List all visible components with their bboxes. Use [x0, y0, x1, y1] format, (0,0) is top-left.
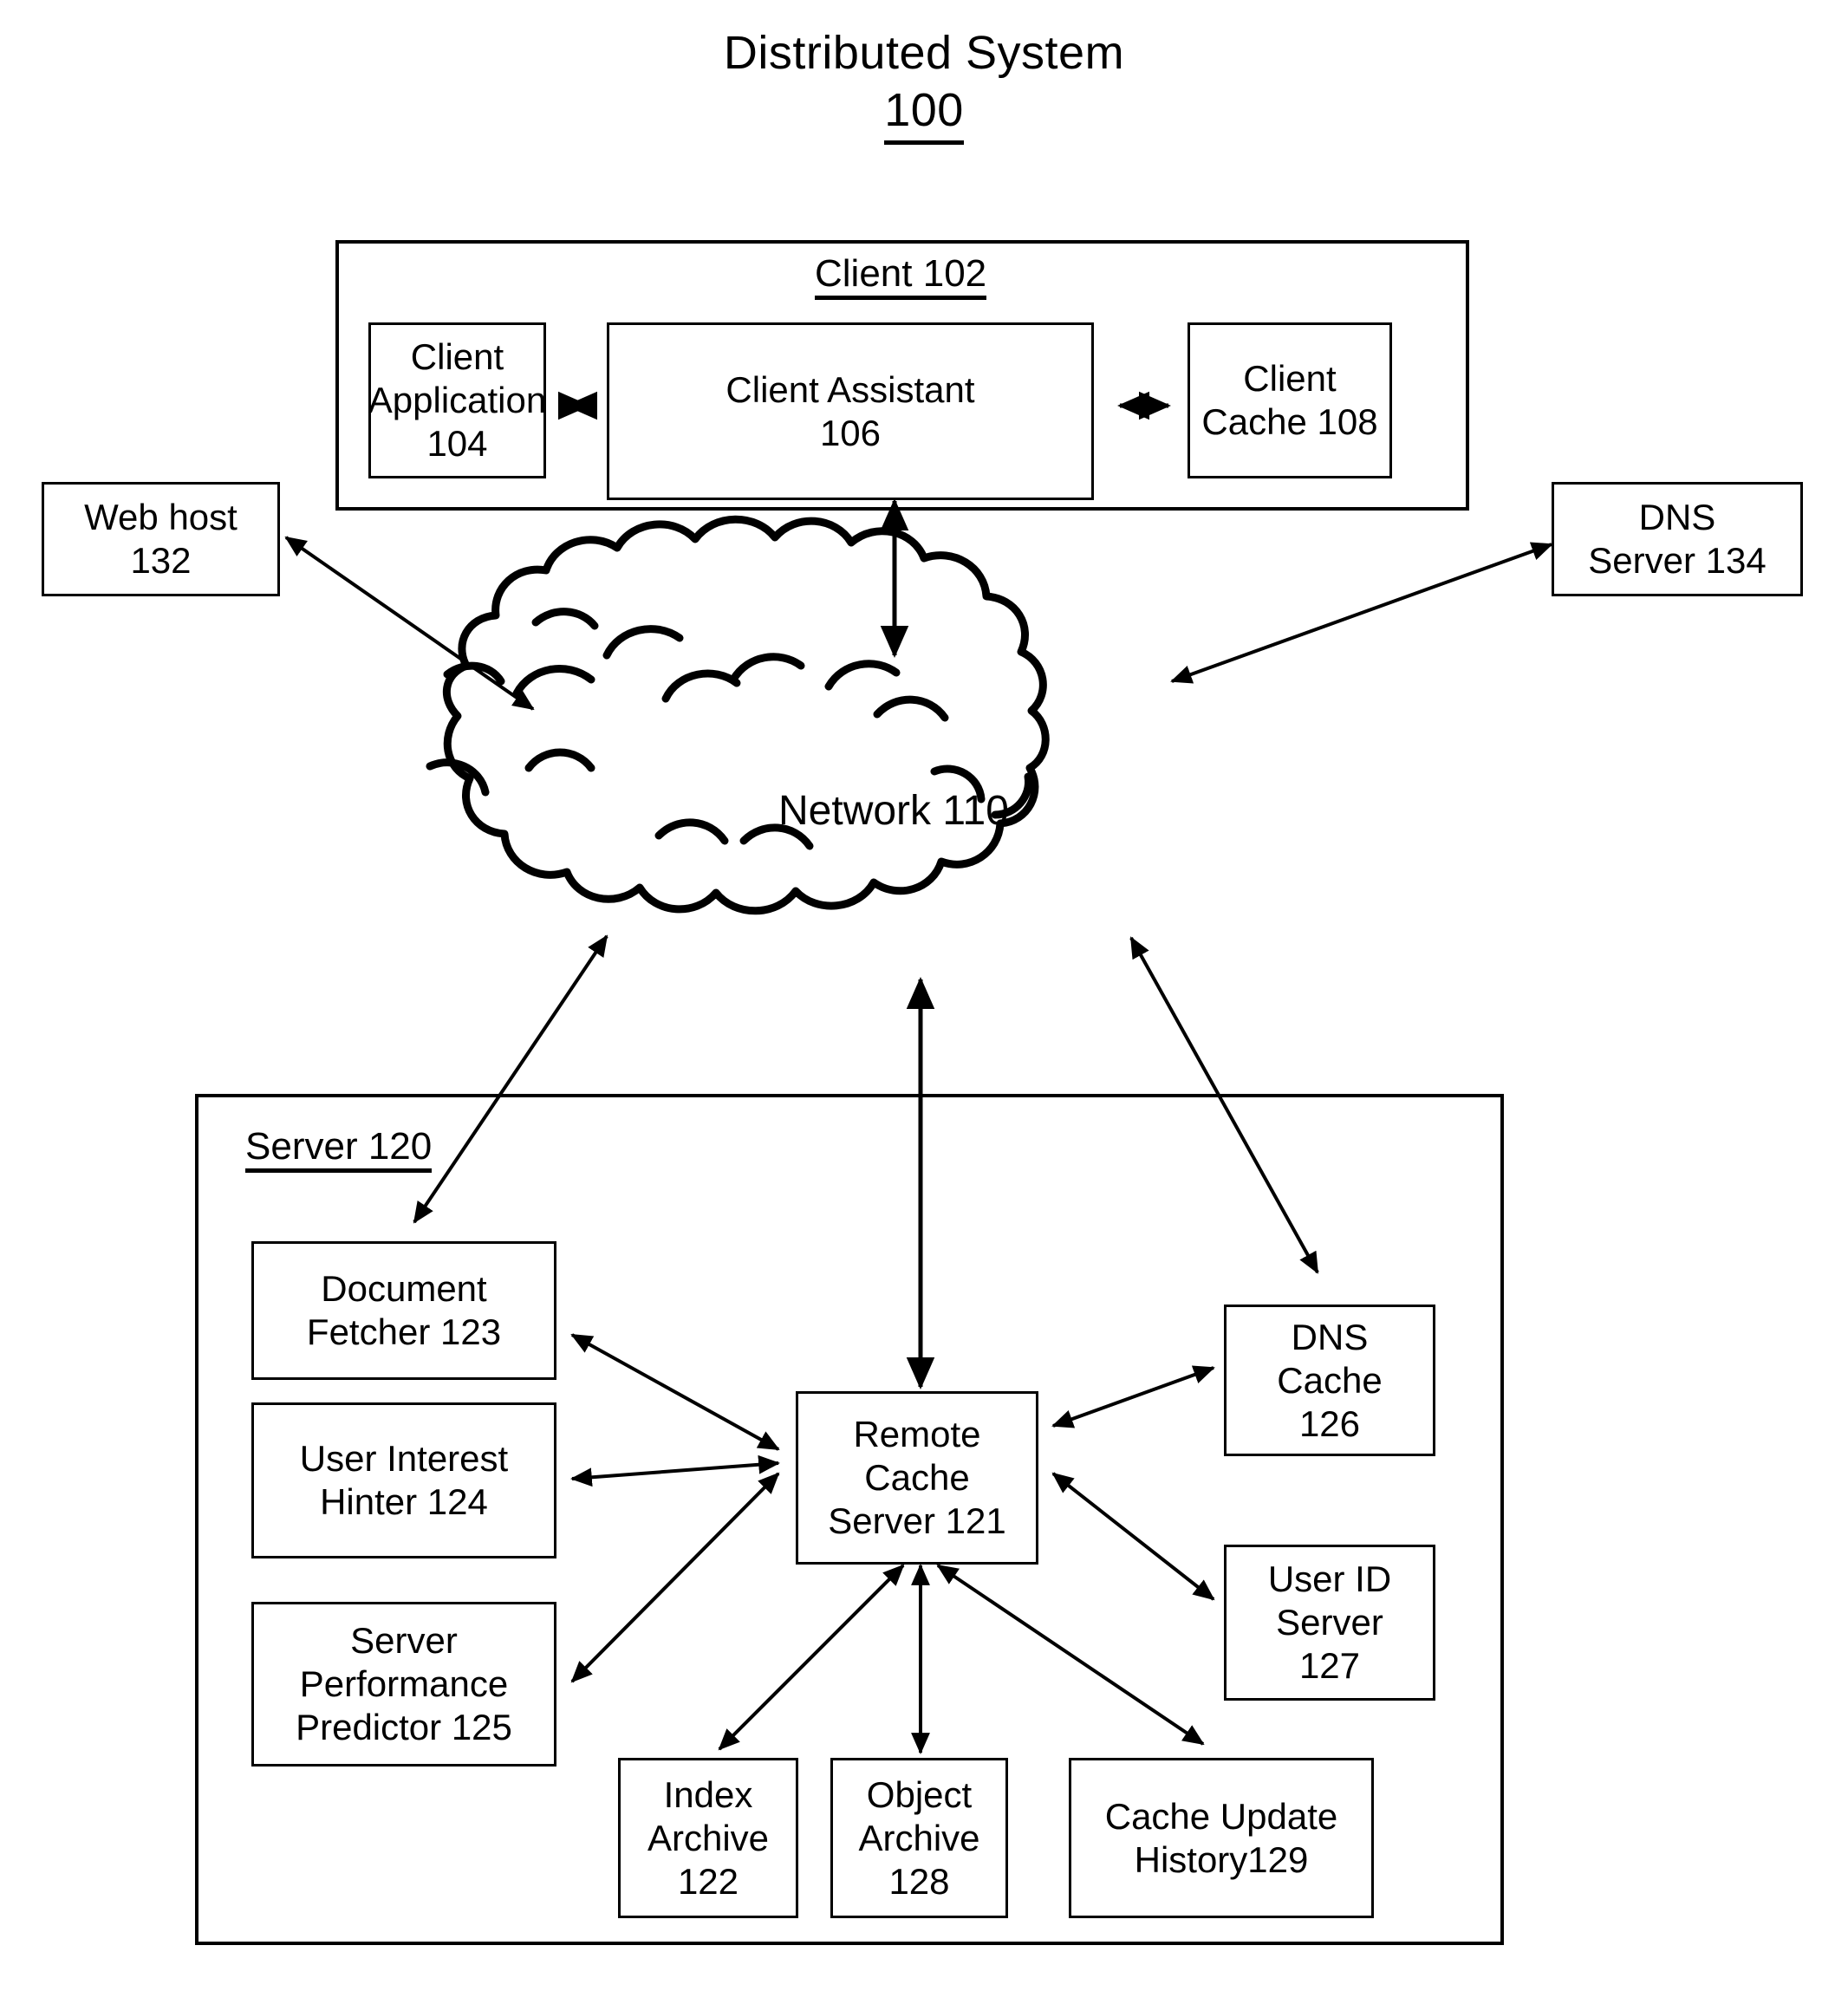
client-group-label: Client 102: [815, 251, 987, 300]
object-archive-label: Object Archive 128: [858, 1773, 980, 1902]
server-performance-predictor-label: Server Performance Predictor 125: [296, 1620, 512, 1747]
client-cache-node[interactable]: Client Cache 108: [1188, 322, 1392, 478]
index-archive-label: Index Archive 122: [647, 1773, 770, 1902]
figure-reference-number: 100: [884, 81, 964, 145]
object-archive-node[interactable]: Object Archive 128: [830, 1758, 1008, 1918]
dns-server-label: DNS Server 134: [1588, 497, 1767, 581]
remote-cache-server-label: Remote Cache Server 121: [828, 1414, 1006, 1541]
network-label: Network 110: [778, 788, 1009, 834]
client-assistant-label: Client Assistant 106: [726, 368, 975, 453]
client-assistant-node[interactable]: Client Assistant 106: [607, 322, 1094, 500]
cloud-outline-icon: [426, 515, 1050, 915]
remote-cache-server-node[interactable]: Remote Cache Server 121: [796, 1391, 1038, 1565]
user-interest-hinter-label: User Interest Hinter 124: [299, 1438, 509, 1522]
index-archive-node[interactable]: Index Archive 122: [618, 1758, 798, 1918]
server-performance-predictor-node[interactable]: Server Performance Predictor 125: [251, 1602, 556, 1767]
user-id-server-label: User ID Server 127: [1267, 1558, 1392, 1686]
document-fetcher-node[interactable]: Document Fetcher 123: [251, 1241, 556, 1380]
dns-cache-node[interactable]: DNS Cache 126: [1224, 1305, 1435, 1456]
figure-canvas: Distributed System 100 Client 102 Client…: [0, 0, 1848, 2004]
web-host-node[interactable]: Web host 132: [42, 482, 280, 596]
server-group-label: Server 120: [245, 1124, 433, 1173]
dns-server-node[interactable]: DNS Server 134: [1552, 482, 1803, 596]
arrow-dns-server-to-network: [1170, 542, 1553, 684]
document-fetcher-label: Document Fetcher 123: [306, 1268, 502, 1352]
web-host-label: Web host 132: [84, 497, 238, 581]
user-id-server-node[interactable]: User ID Server 127: [1224, 1545, 1435, 1701]
figure-title-text: Distributed System: [723, 27, 1125, 79]
cache-update-history-label: Cache Update History129: [1104, 1795, 1338, 1880]
client-cache-label: Client Cache 108: [1201, 358, 1378, 442]
user-interest-hinter-node[interactable]: User Interest Hinter 124: [251, 1402, 556, 1558]
client-application-node[interactable]: Client Application 104: [368, 322, 546, 478]
page-title: Distributed System 100: [0, 24, 1848, 145]
client-application-label: Client Application 104: [368, 336, 547, 464]
cache-update-history-node[interactable]: Cache Update History129: [1069, 1758, 1374, 1918]
dns-cache-label: DNS Cache 126: [1277, 1316, 1383, 1444]
arrow-web-host-to-network: [284, 536, 535, 711]
